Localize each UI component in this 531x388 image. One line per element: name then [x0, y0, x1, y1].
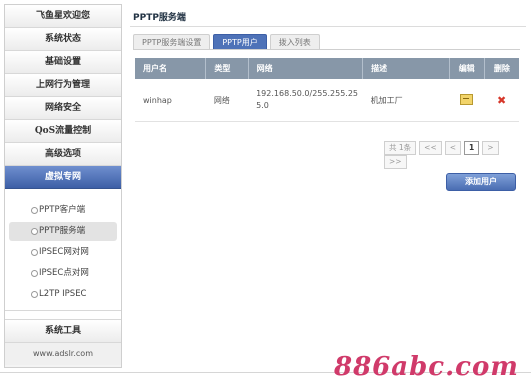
radio-bullet-icon — [31, 207, 38, 214]
tab-divider — [133, 49, 520, 50]
network-line-2: 5.0 — [256, 101, 269, 110]
watermark: 886abc.com — [334, 352, 519, 382]
add-user-button[interactable]: 添加用户 — [446, 173, 516, 191]
cell-edit — [449, 79, 485, 122]
submenu-item-pptp-server[interactable]: PPTP服务端 — [9, 222, 117, 241]
radio-bullet-icon — [31, 249, 38, 256]
sidebar-spacer — [5, 311, 121, 320]
sidebar-item-system-tools[interactable]: 系统工具 — [5, 320, 121, 343]
submenu-item-ipsec-net-to-net[interactable]: IPSEC网对网 — [9, 243, 117, 262]
sidebar-item-welcome[interactable]: 飞鱼星欢迎您 — [5, 5, 121, 28]
sidebar-item-advanced[interactable]: 高级选项 — [5, 143, 121, 166]
pagination-current-page[interactable]: 1 — [464, 141, 480, 155]
column-header-network: 网络 — [248, 58, 364, 79]
tab-pptp-users[interactable]: PPTP用户 — [213, 34, 267, 50]
column-header-username: 用户名 — [135, 58, 207, 79]
network-line-1: 192.168.50.0/255.255.25 — [256, 89, 359, 98]
page-title: PPTP服务端 — [133, 13, 186, 23]
sidebar: 飞鱼星欢迎您 系统状态 基础设置 上网行为管理 网络安全 QoS流量控制 高级选… — [4, 4, 122, 368]
main-content: PPTP服务端 PPTP服务端设置 PPTP用户 拨入列表 用户名 类型 网络 … — [130, 0, 526, 368]
table-header-row: 用户名 类型 网络 描述 编辑 删除 — [135, 58, 519, 79]
cell-username: winhap — [135, 79, 206, 122]
cell-description: 机加工厂 — [362, 79, 450, 122]
tab-bar: PPTP服务端设置 PPTP用户 拨入列表 — [133, 34, 323, 50]
sidebar-item-basic-settings[interactable]: 基础设置 — [5, 51, 121, 74]
pagination-first-button[interactable]: << — [419, 141, 442, 155]
vpn-submenu: PPTP客户端 PPTP服务端 IPSEC网对网 IPSEC点对网 L2TP I… — [5, 189, 121, 311]
column-header-edit: 编辑 — [449, 58, 485, 79]
sidebar-item-system-status[interactable]: 系统状态 — [5, 28, 121, 51]
delete-icon[interactable]: ✖ — [497, 94, 506, 107]
radio-bullet-icon — [31, 270, 38, 277]
radio-bullet-icon — [31, 291, 38, 298]
cell-delete: ✖ — [484, 79, 519, 122]
column-header-delete: 删除 — [484, 58, 519, 79]
tab-pptp-server-settings[interactable]: PPTP服务端设置 — [133, 34, 211, 50]
submenu-item-l2tp-ipsec[interactable]: L2TP IPSEC — [9, 285, 117, 304]
submenu-item-pptp-client[interactable]: PPTP客户端 — [9, 201, 117, 220]
radio-bullet-icon — [31, 228, 38, 235]
pagination-last-button[interactable]: >> — [384, 155, 407, 169]
sidebar-item-network-security[interactable]: 网络安全 — [5, 97, 121, 120]
cell-network: 192.168.50.0/255.255.25 5.0 — [248, 79, 363, 122]
users-table: 用户名 类型 网络 描述 编辑 删除 winhap 网络 192.168.50.… — [135, 58, 519, 122]
column-header-description: 描述 — [362, 58, 450, 79]
title-divider — [130, 26, 526, 27]
sidebar-item-vpn[interactable]: 虚拟专网 — [5, 166, 121, 189]
sidebar-item-behavior-management[interactable]: 上网行为管理 — [5, 74, 121, 97]
column-header-type: 类型 — [205, 58, 249, 79]
pagination-prev-button[interactable]: < — [444, 141, 462, 155]
cell-type: 网络 — [205, 79, 249, 122]
edit-icon[interactable] — [460, 93, 474, 105]
pagination-total: 共 1条 — [384, 141, 417, 155]
pagination: 共 1条 << < 1 > >> — [384, 141, 526, 169]
pagination-next-button[interactable]: > — [482, 141, 499, 155]
submenu-item-ipsec-point-to-net[interactable]: IPSEC点对网 — [9, 264, 117, 283]
tab-dial-in-list[interactable]: 拨入列表 — [269, 34, 320, 50]
table-row: winhap 网络 192.168.50.0/255.255.25 5.0 机加工… — [135, 79, 519, 122]
sidebar-footer-url: www.adslr.com — [5, 343, 121, 365]
sidebar-item-qos[interactable]: QoS流量控制 — [5, 120, 121, 143]
